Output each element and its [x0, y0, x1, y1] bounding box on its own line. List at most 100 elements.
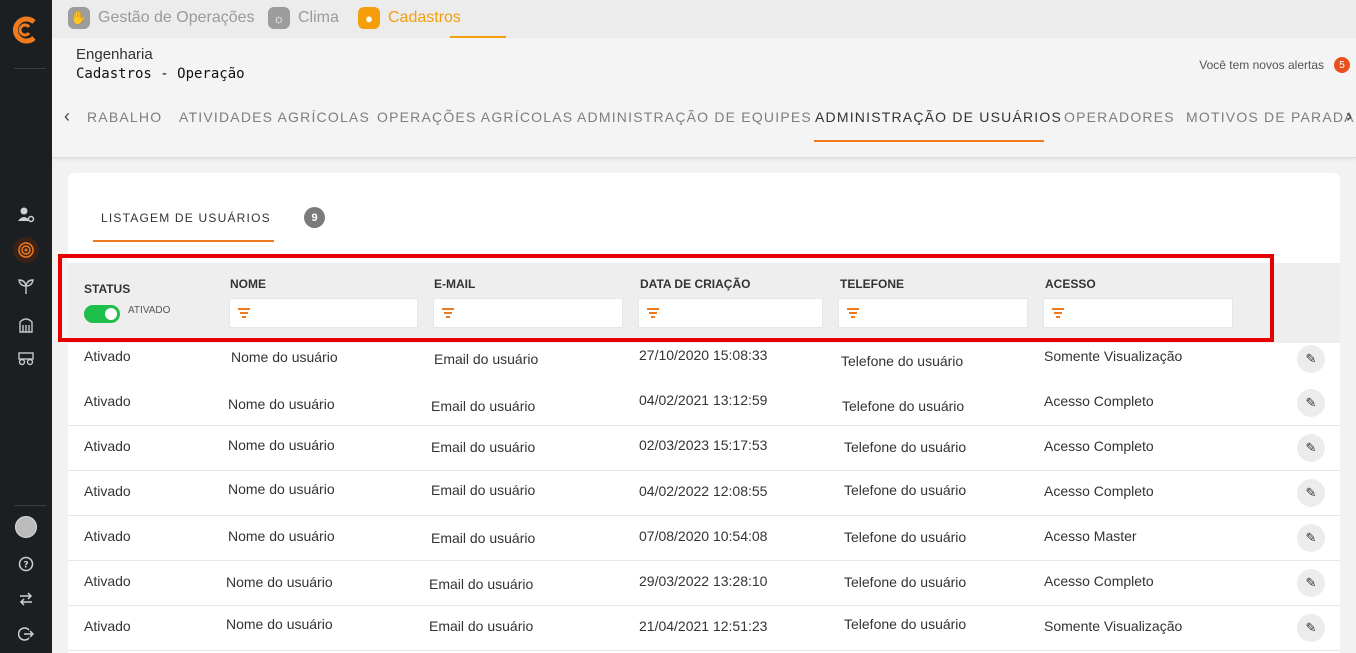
tab-operacoes-agricolas[interactable]: OPERAÇÕES AGRÍCOLAS: [377, 109, 573, 125]
tab-motivos-parada[interactable]: MOTIVOS DE PARADA: [1186, 109, 1355, 125]
tab-active-indicator: [814, 140, 1044, 142]
edit-button[interactable]: ✎: [1297, 345, 1325, 373]
cell-name: Nome do usuário: [226, 616, 333, 632]
table-row[interactable]: Ativado Nome do usuário Email do usuário…: [68, 426, 1340, 471]
page-header: Engenharia Cadastros - Operação Você tem…: [52, 38, 1356, 158]
table-row[interactable]: Ativado Nome do usuário Email do usuário…: [68, 516, 1340, 561]
cell-access: Acesso Master: [1044, 528, 1137, 544]
cell-email: Email do usuário: [431, 482, 536, 498]
alerts-badge: 5: [1334, 57, 1350, 73]
switch-icon[interactable]: [16, 589, 36, 609]
cell-created: 02/03/2023 15:17:53: [639, 437, 768, 453]
cell-phone: Telefone do usuário: [844, 482, 967, 498]
listing-tab-indicator: [93, 240, 274, 242]
module-gestao-operacoes[interactable]: ✋ Gestão de Operações: [68, 7, 255, 29]
tab-administracao-equipes[interactable]: ADMINISTRAÇÃO DE EQUIPES: [577, 109, 812, 125]
cell-status: Ativado: [84, 393, 131, 409]
module-label: Gestão de Operações: [98, 9, 255, 26]
edit-icon: ✎: [1305, 395, 1317, 410]
plant-icon[interactable]: [16, 276, 36, 296]
cell-status: Ativado: [84, 618, 131, 634]
chevron-left-icon[interactable]: ‹: [64, 106, 70, 127]
sun-icon: ☼: [268, 7, 290, 29]
edit-icon: ✎: [1305, 485, 1317, 500]
cell-created: 21/04/2021 12:51:23: [639, 618, 768, 634]
sidebar-divider: [14, 68, 46, 69]
cell-name: Nome do usuário: [228, 528, 335, 544]
brand-logo-icon[interactable]: [12, 16, 40, 44]
edit-icon: ✎: [1305, 440, 1317, 455]
help-icon[interactable]: ?: [16, 554, 36, 574]
table-row[interactable]: Ativado Nome do usuário Email do usuário…: [68, 381, 1340, 426]
edit-button[interactable]: ✎: [1297, 389, 1325, 417]
tab-atividades-agricolas[interactable]: ATIVIDADES AGRÍCOLAS: [179, 109, 370, 125]
tractor-icon[interactable]: [16, 348, 36, 368]
module-bar: ✋ Gestão de Operações ☼ Clima ● Cadastro…: [52, 0, 1356, 38]
cell-access: Acesso Completo: [1044, 393, 1154, 409]
cell-email: Email do usuário: [429, 576, 534, 592]
cell-email: Email do usuário: [431, 398, 536, 414]
highlight-box: [58, 254, 1274, 342]
chevron-right-icon[interactable]: ›: [1346, 106, 1352, 127]
edit-button[interactable]: ✎: [1297, 569, 1325, 597]
cell-phone: Telefone do usuário: [842, 398, 965, 414]
edit-button[interactable]: ✎: [1297, 479, 1325, 507]
cell-name: Nome do usuário: [228, 396, 335, 412]
logout-icon[interactable]: [16, 624, 36, 644]
cell-status: Ativado: [84, 528, 131, 544]
svg-text:?: ?: [23, 561, 28, 571]
cell-created: 04/02/2021 13:12:59: [639, 392, 768, 408]
cell-phone: Telefone do usuário: [844, 574, 967, 590]
tab-bar: ‹ RABALHO ATIVIDADES AGRÍCOLAS OPERAÇÕES…: [52, 98, 1356, 148]
page-title: Cadastros - Operação: [76, 66, 245, 82]
cell-email: Email do usuário: [429, 618, 534, 634]
cell-access: Somente Visualização: [1044, 348, 1183, 364]
edit-button[interactable]: ✎: [1297, 614, 1325, 642]
cell-phone: Telefone do usuário: [841, 353, 964, 369]
avatar[interactable]: [15, 516, 37, 538]
cell-access: Acesso Completo: [1044, 438, 1154, 454]
cell-email: Email do usuário: [431, 439, 536, 455]
cell-name: Nome do usuário: [228, 437, 335, 453]
cell-phone: Telefone do usuário: [844, 439, 967, 455]
tab-administracao-usuarios[interactable]: ADMINISTRAÇÃO DE USUÁRIOS: [815, 109, 1062, 125]
edit-icon: ✎: [1305, 575, 1317, 590]
cell-status: Ativado: [84, 348, 131, 364]
module-cadastros[interactable]: ● Cadastros: [358, 7, 461, 29]
alerts-text: Você tem novos alertas: [1199, 58, 1324, 72]
silo-icon[interactable]: [16, 314, 36, 334]
cell-access: Somente Visualização: [1044, 618, 1183, 634]
cell-status: Ativado: [84, 483, 131, 499]
edit-icon: ✎: [1305, 620, 1317, 635]
cell-status: Ativado: [84, 573, 131, 589]
table-row[interactable]: Ativado Nome do usuário Email do usuário…: [68, 471, 1340, 516]
cell-created: 07/08/2020 10:54:08: [639, 528, 768, 544]
listing-tab[interactable]: LISTAGEM DE USUÁRIOS: [101, 211, 271, 225]
edit-button[interactable]: ✎: [1297, 434, 1325, 462]
tab-operadores[interactable]: OPERADORES: [1064, 109, 1175, 125]
tab-trabalho[interactable]: RABALHO: [87, 109, 162, 125]
sidebar-divider: [14, 505, 46, 506]
cell-phone: Telefone do usuário: [844, 529, 967, 545]
cell-created: 29/03/2022 13:28:10: [639, 573, 768, 589]
cell-email: Email do usuário: [434, 351, 539, 367]
users-count-badge: 9: [304, 207, 325, 228]
edit-icon: ✎: [1305, 351, 1317, 366]
alerts-notice[interactable]: Você tem novos alertas 5: [1199, 57, 1350, 73]
table-row[interactable]: Ativado Nome do usuário Email do usuário…: [68, 561, 1340, 606]
cell-name: Nome do usuário: [228, 481, 335, 497]
left-sidebar: ?: [0, 0, 52, 653]
module-clima[interactable]: ☼ Clima: [268, 7, 339, 29]
breadcrumb: Engenharia: [76, 46, 153, 63]
cell-name: Nome do usuário: [231, 349, 338, 365]
cell-access: Acesso Completo: [1044, 483, 1154, 499]
user-settings-icon[interactable]: [16, 205, 36, 225]
edit-button[interactable]: ✎: [1297, 524, 1325, 552]
cell-email: Email do usuário: [431, 530, 536, 546]
module-label: Clima: [298, 9, 339, 26]
cell-phone: Telefone do usuário: [844, 616, 967, 632]
target-icon[interactable]: [13, 237, 39, 263]
hand-icon: ✋: [68, 7, 90, 29]
cell-created: 27/10/2020 15:08:33: [639, 347, 768, 363]
table-row[interactable]: Ativado Nome do usuário Email do usuário…: [68, 606, 1340, 651]
